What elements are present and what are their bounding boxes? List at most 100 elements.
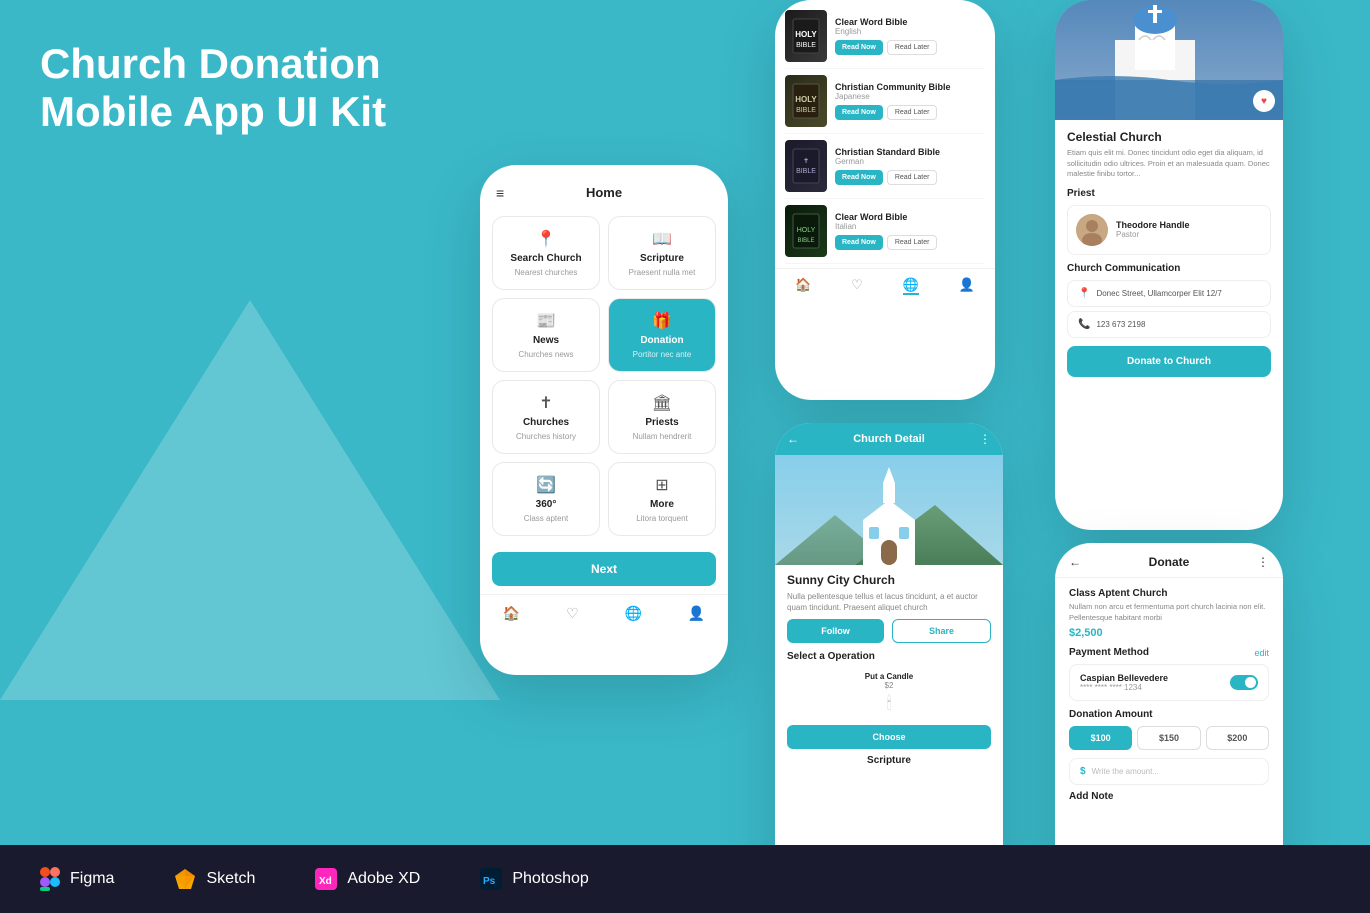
nav-globe-icon[interactable]: 🌐 [624,605,641,622]
news-sublabel: Churches news [518,350,573,359]
read-later-btn-1[interactable]: Read Later [887,40,938,55]
tool-xd[interactable]: Xd Adobe XD [315,868,420,890]
card-name: Caspian Bellevedere [1080,673,1168,683]
ps-icon: Ps [480,868,502,890]
amount-200[interactable]: $200 [1206,726,1269,750]
payment-edit-link[interactable]: edit [1254,648,1269,658]
priest-section-label: Priest [1067,188,1271,199]
next-button[interactable]: Next [492,552,716,586]
read-later-btn-3[interactable]: Read Later [887,170,938,185]
tool-sketch[interactable]: Sketch [174,868,255,890]
read-later-btn-4[interactable]: Read Later [887,235,938,250]
svg-text:BIBLE: BIBLE [796,42,816,49]
candle-title: Put a Candle [791,672,987,681]
phone2-bottom-nav: 🏠 ♡ 🌐 👤 [775,268,995,305]
grid-item-more[interactable]: ⊞ More Litora torquent [608,462,716,536]
donation-icon: 🎁 [652,311,672,331]
nav2-home-icon[interactable]: 🏠 [795,277,811,295]
payment-card: Caspian Bellevedere **** **** **** 1234 [1069,664,1269,701]
bible-lang-3: German [835,157,985,166]
location-icon: 📍 [1078,288,1090,299]
priest-role: Pastor [1116,230,1190,239]
priest-avatar [1076,214,1108,246]
phone-church-full: ♥ Celestial Church Etiam quis elit mi. D… [1055,0,1283,530]
sketch-icon [174,868,196,890]
bible-title-4: Clear Word Bible [835,212,985,222]
svg-text:HOLY: HOLY [795,95,817,104]
choose-button[interactable]: Choose [787,725,991,749]
bible-title-3: Christian Standard Bible [835,147,985,157]
nav2-globe-icon[interactable]: 🌐 [903,277,919,295]
nav-home-icon[interactable]: 🏠 [503,605,520,622]
churches-icon: ✝ [539,393,552,413]
priests-icon: 🏛 [652,393,672,413]
home-grid: 📍 Search Church Nearest churches 📖 Scrip… [480,208,728,544]
donate-to-church-button[interactable]: Donate to Church [1067,346,1271,377]
tool-figma[interactable]: Figma [40,867,114,891]
amount-placeholder: Write the amount... [1092,767,1159,776]
read-later-btn-2[interactable]: Read Later [887,105,938,120]
bottom-toolbar: Figma Sketch Xd Adobe XD Ps Photoshop [0,845,1370,913]
donate-amount: $2,500 [1069,627,1269,639]
donate-church-name: Class Aptent Church [1069,588,1269,599]
nav-user-icon[interactable]: 👤 [688,605,705,622]
church-actions: Follow Share [787,619,991,643]
priests-label: Priests [645,417,678,428]
amount-100[interactable]: $100 [1069,726,1132,750]
bible-item-4: HOLYBIBLE Clear Word Bible Italian Read … [785,199,985,264]
read-now-btn-1[interactable]: Read Now [835,40,883,55]
church-detail-title: Church Detail [853,433,925,445]
grid-item-news[interactable]: 📰 News Churches news [492,298,600,372]
read-now-btn-2[interactable]: Read Now [835,105,883,120]
card-toggle[interactable] [1230,675,1258,690]
title-line2: Mobile App UI Kit [40,88,386,136]
favorite-icon[interactable]: ♥ [1253,90,1275,112]
phone-home-header: ≡ Home [480,165,728,208]
svg-text:Ps: Ps [483,876,496,887]
bible-thumb-4: HOLYBIBLE [785,205,827,257]
nav2-heart-icon[interactable]: ♡ [851,277,863,295]
card-info: Caspian Bellevedere **** **** **** 1234 [1080,673,1168,692]
amount-buttons: $100 $150 $200 [1069,726,1269,750]
more-icon: ⊞ [655,475,668,495]
payment-method-label: Payment Method [1069,647,1149,658]
scripture-label: Scripture [640,253,684,264]
church-back-icon[interactable]: ← [787,432,799,446]
grid-item-donation[interactable]: 🎁 Donation Portitor nec ante [608,298,716,372]
donate-back-icon[interactable]: ← [1069,555,1081,569]
grid-item-scripture[interactable]: 📖 Scripture Praesent nulla met [608,216,716,290]
bible-thumb-1: HOLYBIBLE [785,10,827,62]
read-now-btn-3[interactable]: Read Now [835,170,883,185]
donation-amount-label: Donation Amount [1069,709,1269,720]
search-church-icon: 📍 [536,229,556,249]
church-more-icon[interactable]: ⋮ [979,432,991,446]
bottom-nav: 🏠 ♡ 🌐 👤 [480,594,728,636]
priests-sublabel: Nullam hendrerit [633,432,692,441]
bible-thumb-2: HOLYBIBLE [785,75,827,127]
grid-item-churches[interactable]: ✝ Churches Churches history [492,380,600,454]
donate-description: Nullam non arcu et fermentuma port churc… [1069,602,1269,623]
menu-icon[interactable]: ≡ [496,185,504,201]
church-name: Sunny City Church [787,573,991,587]
nav-heart-icon[interactable]: ♡ [566,605,579,622]
grid-item-360[interactable]: 🔄 360° Class aptent [492,462,600,536]
share-button[interactable]: Share [892,619,991,643]
read-now-btn-4[interactable]: Read Now [835,235,883,250]
amount-150[interactable]: $150 [1137,726,1200,750]
priest-info: Theodore Handle Pastor [1116,220,1190,239]
churches-label: Churches [523,417,569,428]
amount-input-field[interactable]: $ Write the amount... [1069,758,1269,785]
bible-thumb-3: ✝BIBLE [785,140,827,192]
tool-photoshop[interactable]: Ps Photoshop [480,868,589,890]
news-icon: 📰 [536,311,556,331]
scripture-icon: 📖 [652,229,672,249]
dollar-sign: $ [1080,766,1086,777]
follow-button[interactable]: Follow [787,619,884,643]
nav2-user-icon[interactable]: 👤 [959,277,975,295]
scripture-sublabel: Praesent nulla met [629,268,696,277]
grid-item-priests[interactable]: 🏛 Priests Nullam hendrerit [608,380,716,454]
donate-more-icon[interactable]: ⋮ [1257,555,1269,569]
address-text: Donec Street, Ullamcorper Elit 12/7 [1096,289,1221,298]
grid-item-search-church[interactable]: 📍 Search Church Nearest churches [492,216,600,290]
title-line1: Church Donation [40,40,386,88]
